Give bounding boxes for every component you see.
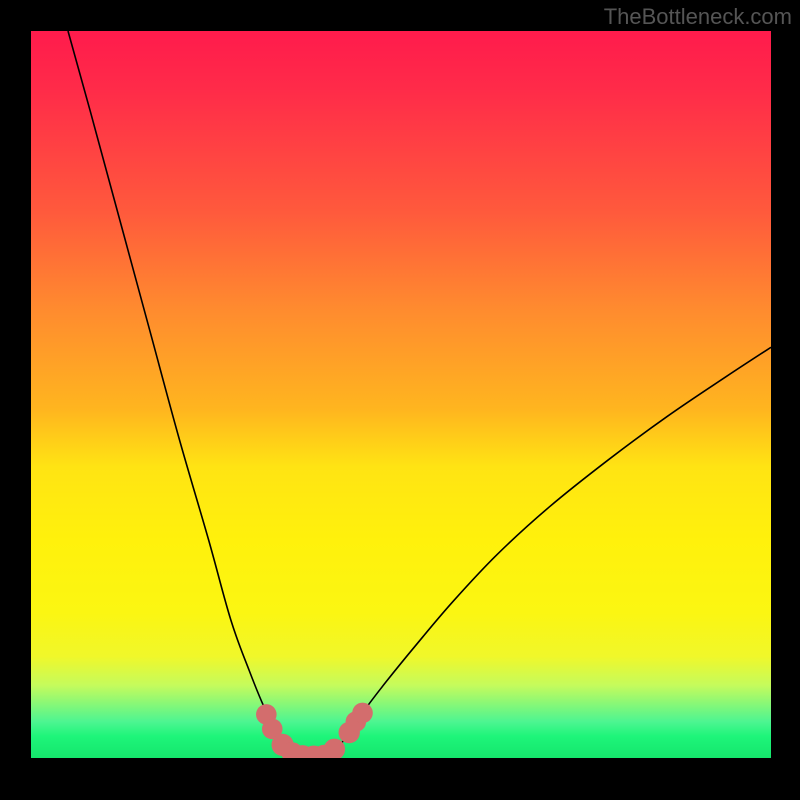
plot-svg (31, 31, 771, 758)
watermark-text: TheBottleneck.com (604, 4, 792, 30)
marker-dot (262, 719, 283, 740)
marker-dot (339, 722, 360, 743)
curve-markers (256, 703, 373, 758)
chart-frame: TheBottleneck.com (0, 0, 800, 800)
marker-dot (324, 739, 345, 758)
marker-dot (256, 704, 277, 725)
marker-dot (346, 711, 367, 732)
marker-dot (313, 745, 334, 758)
bottleneck-curve (68, 31, 771, 756)
marker-dot (292, 745, 313, 758)
plot-area (31, 31, 771, 758)
marker-dot (303, 745, 324, 758)
marker-dot (271, 734, 293, 756)
marker-dot (282, 742, 303, 758)
marker-dot (352, 703, 373, 724)
